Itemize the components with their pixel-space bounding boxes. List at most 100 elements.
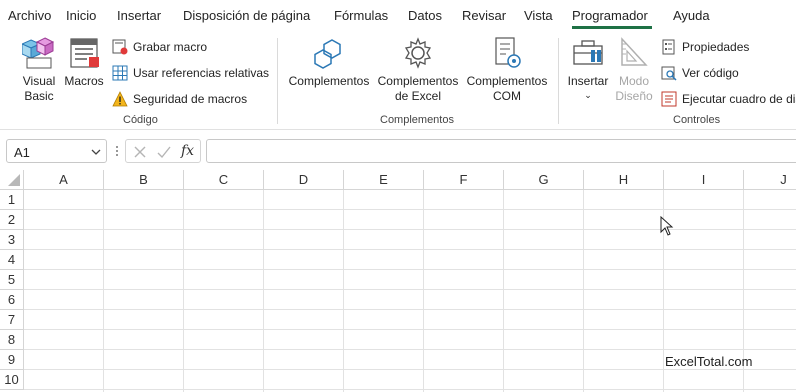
warning-icon [112, 91, 128, 107]
row-header[interactable]: 2 [0, 210, 24, 230]
complementos-button[interactable]: Complementos [286, 36, 372, 89]
gear-icon [404, 37, 432, 69]
visual-basic-label-1: Visual [22, 74, 56, 88]
menu-formulas[interactable]: Fórmulas [334, 8, 388, 23]
gridline [343, 190, 344, 392]
propiedades-button[interactable]: Propiedades [661, 39, 749, 55]
modo-diseno-label-2: Diseño [615, 89, 653, 103]
run-dialog-icon [661, 91, 677, 107]
mouse-cursor-icon [660, 216, 674, 236]
enter-icon[interactable] [156, 144, 172, 160]
macros-icon [70, 38, 99, 68]
menu-inicio[interactable]: Inicio [66, 8, 96, 23]
gridline [24, 229, 796, 230]
seguridad-macros-button[interactable]: Seguridad de macros [112, 91, 247, 107]
modo-diseno-button[interactable]: Modo Diseño [612, 36, 656, 104]
view-code-icon [661, 66, 677, 81]
row-header[interactable]: 1 [0, 190, 24, 210]
group-label-complementos: Complementos [380, 114, 454, 126]
column-header[interactable]: H [584, 170, 664, 190]
spreadsheet-grid: A B C D E F G H I J 1 2 3 4 5 6 7 8 9 10… [0, 170, 796, 392]
menu-ayuda[interactable]: Ayuda [673, 8, 710, 23]
menu-revisar[interactable]: Revisar [462, 8, 506, 23]
gridline [24, 249, 796, 250]
gridline [423, 190, 424, 392]
menu-programador[interactable]: Programador [572, 8, 648, 23]
row-header[interactable]: 3 [0, 230, 24, 250]
insertar-control-label: Insertar [567, 74, 609, 88]
ribbon: Visual Basic Macros Grabar macro Usar re… [0, 30, 796, 130]
complementos-excel-button[interactable]: Complementos de Excel [375, 36, 461, 104]
gridline [183, 190, 184, 392]
row-header[interactable]: 5 [0, 270, 24, 290]
gridline [24, 209, 796, 210]
menu-datos[interactable]: Datos [408, 8, 442, 23]
row-header[interactable]: 4 [0, 250, 24, 270]
column-header[interactable]: I [664, 170, 744, 190]
grabar-macro-button[interactable]: Grabar macro [112, 39, 207, 55]
menu-vista[interactable]: Vista [524, 8, 553, 23]
complementos-label: Complementos [288, 74, 370, 88]
insertar-control-button[interactable]: Insertar ⌄ [566, 36, 610, 101]
column-header[interactable]: F [424, 170, 504, 190]
gridline [503, 190, 504, 392]
gridline [24, 269, 796, 270]
column-header[interactable]: C [184, 170, 264, 190]
row-header[interactable]: 6 [0, 290, 24, 310]
propiedades-label: Propiedades [682, 40, 750, 54]
gridline [24, 289, 796, 290]
column-header[interactable]: B [104, 170, 184, 190]
complementos-com-button[interactable]: Complementos COM [464, 36, 550, 104]
ejecutar-cuadro-dialogo-button[interactable]: Ejecutar cuadro de diá [661, 91, 796, 107]
row-header[interactable]: 9 [0, 350, 24, 370]
properties-icon [662, 39, 675, 55]
select-all-triangle-icon [8, 174, 20, 186]
more-options-icon[interactable] [115, 145, 119, 157]
chevron-down-icon: ⌄ [584, 90, 592, 100]
column-header[interactable]: D [264, 170, 344, 190]
menu-disposicion-de-pagina[interactable]: Disposición de página [183, 8, 310, 23]
group-label-codigo: Código [123, 114, 158, 126]
gridline [263, 190, 264, 392]
add-ins-icon [314, 39, 341, 69]
gridline [24, 329, 796, 330]
referencias-relativas-button[interactable]: Usar referencias relativas [112, 65, 269, 81]
column-header[interactable]: G [504, 170, 584, 190]
modo-diseno-label-1: Modo [618, 74, 650, 88]
row-header[interactable]: 8 [0, 330, 24, 350]
column-header[interactable]: A [24, 170, 104, 190]
row-header[interactable]: 10 [0, 370, 24, 390]
referencias-relativas-label: Usar referencias relativas [133, 66, 270, 80]
complementos-excel-label-1: Complementos [377, 74, 459, 88]
visual-basic-icon [22, 37, 55, 69]
gridline [583, 190, 584, 392]
cancel-icon[interactable] [132, 144, 148, 160]
chevron-down-icon[interactable] [91, 147, 101, 157]
com-add-ins-icon [495, 37, 521, 68]
grabar-macro-label: Grabar macro [133, 40, 208, 54]
column-header[interactable]: E [344, 170, 424, 190]
macros-label: Macros [64, 74, 104, 88]
insert-function-icon[interactable]: fx [181, 143, 194, 159]
formula-bar: A1 fx [0, 136, 796, 166]
visual-basic-label-2: Basic [24, 89, 54, 103]
ver-codigo-button[interactable]: Ver código [661, 65, 739, 81]
gridline [103, 190, 104, 392]
gridline [24, 389, 796, 390]
gridline [24, 369, 796, 370]
formula-input[interactable] [206, 139, 796, 163]
gridline [24, 349, 796, 350]
name-box[interactable]: A1 [6, 139, 107, 163]
menu-archivo[interactable]: Archivo [8, 8, 51, 23]
formula-buttons: fx [125, 139, 201, 163]
ejecutar-cuadro-label: Ejecutar cuadro de diá [682, 92, 796, 106]
row-header[interactable]: 7 [0, 310, 24, 330]
select-all-corner[interactable] [0, 170, 24, 190]
menu-insertar[interactable]: Insertar [117, 8, 161, 23]
group-separator [558, 38, 559, 124]
record-macro-icon [112, 39, 128, 55]
macros-button[interactable]: Macros [62, 36, 106, 89]
column-header[interactable]: J [744, 170, 796, 190]
visual-basic-button[interactable]: Visual Basic [18, 36, 60, 104]
complementos-excel-label-2: de Excel [394, 89, 442, 103]
